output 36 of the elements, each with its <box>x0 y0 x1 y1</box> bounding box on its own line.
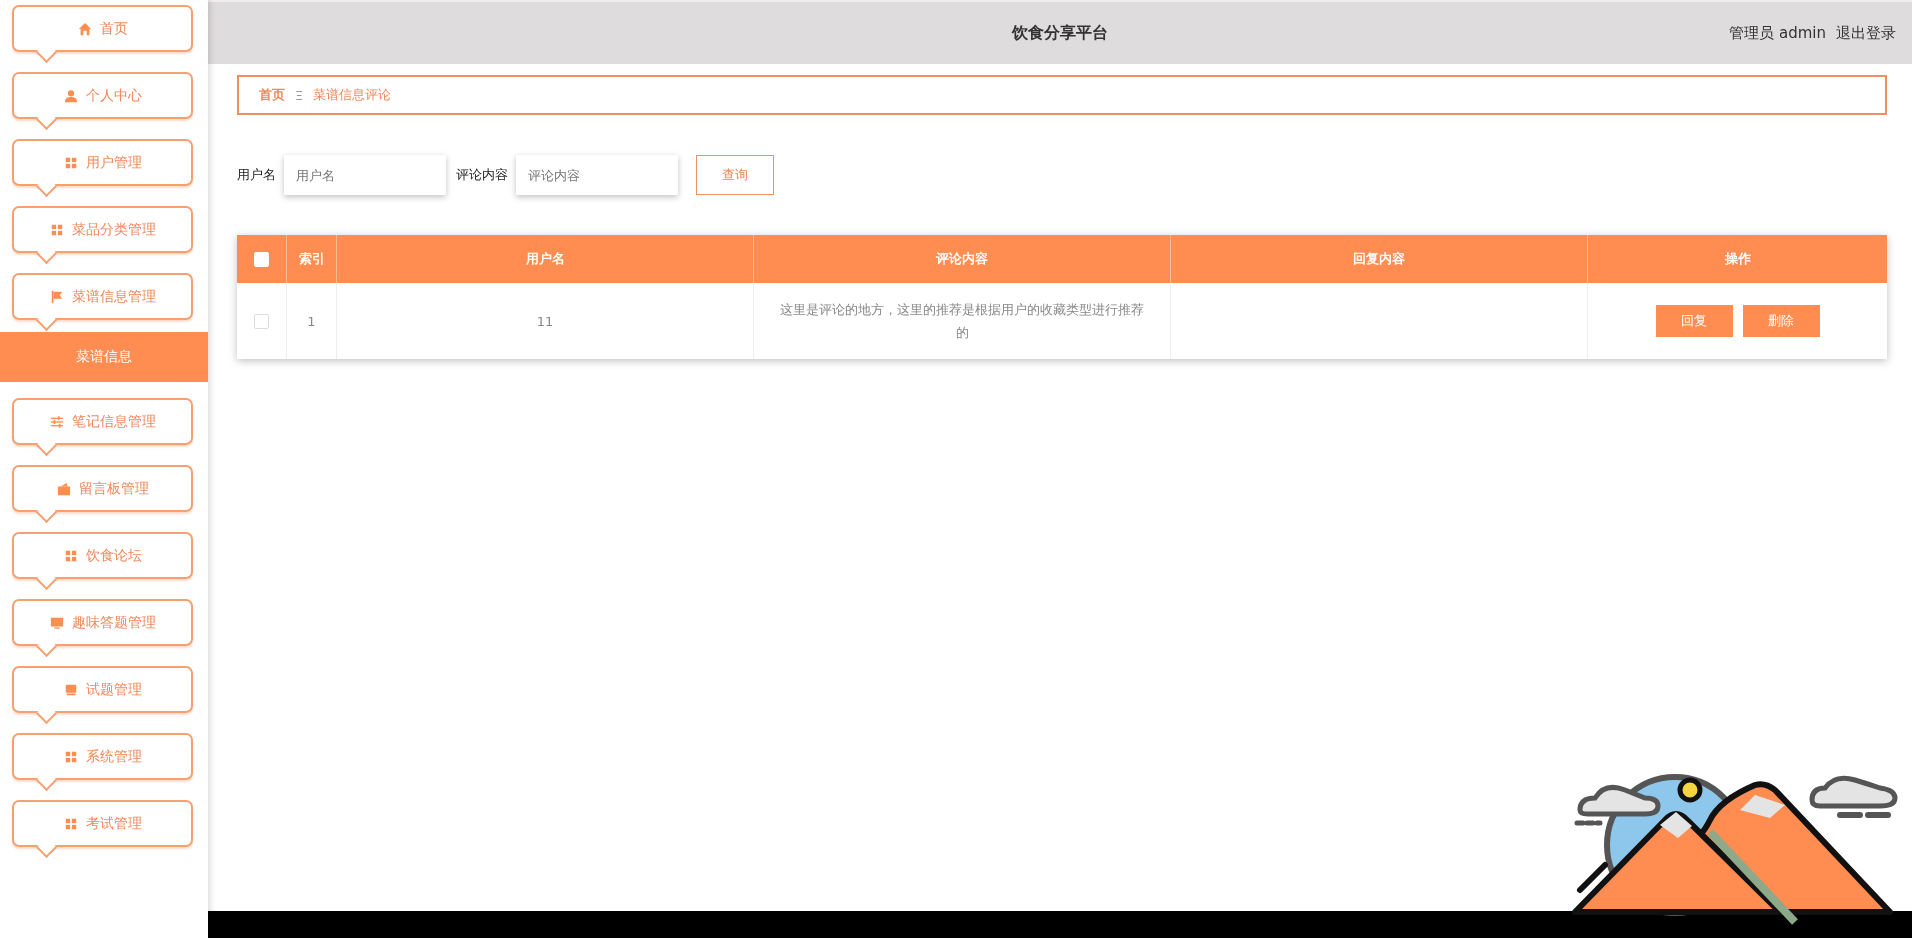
flag-icon <box>49 289 64 304</box>
tray-icon <box>63 682 78 697</box>
column-header: 用户名 <box>337 235 754 283</box>
site-title: 饮食分享平台 <box>1012 22 1108 44</box>
search-field[interactable]: 用户名 <box>284 155 446 195</box>
search-field[interactable]: 评论内容 <box>516 155 678 195</box>
column-header: 索引 <box>287 235 337 283</box>
search-button[interactable]: 查询 <box>696 155 774 195</box>
monitor-icon <box>49 615 64 630</box>
select-all-checkbox[interactable] <box>254 251 269 267</box>
table-cell: 1 <box>287 283 337 359</box>
home-icon <box>77 21 92 36</box>
grid-icon <box>63 155 78 170</box>
column-header: 评论内容 <box>754 235 1171 283</box>
grid-icon <box>63 548 78 563</box>
table-cell: 11 <box>337 283 754 359</box>
wallet-icon <box>56 481 71 496</box>
column-header: 操作 <box>1723 250 1752 268</box>
field-label: 用户名 <box>237 166 276 184</box>
table-cell: 这里是评论的地方，这里的推荐是根据用户的收藏类型进行推荐的 <box>754 283 1171 359</box>
submenu-item[interactable]: 菜谱信息 <box>0 332 208 382</box>
breadcrumb-current: 菜谱信息评论 <box>313 86 392 104</box>
column-header: 回复内容 <box>1171 235 1588 283</box>
user-icon <box>63 88 78 103</box>
breadcrumb-separator: Ξ <box>295 87 304 103</box>
sliders-icon <box>49 414 64 429</box>
field-label: 评论内容 <box>456 166 508 184</box>
grid-icon <box>49 222 64 237</box>
logout-link[interactable]: 退出登录 <box>1836 23 1896 43</box>
delete-button[interactable]: 删除 <box>1742 305 1820 337</box>
user-label: 管理员 admin <box>1729 23 1826 43</box>
row-checkbox[interactable] <box>254 313 269 329</box>
reply-button[interactable]: 回复 <box>1655 305 1733 337</box>
grid-icon <box>63 749 78 764</box>
grid-icon <box>63 816 78 831</box>
breadcrumb-link[interactable]: 首页 <box>259 86 285 104</box>
